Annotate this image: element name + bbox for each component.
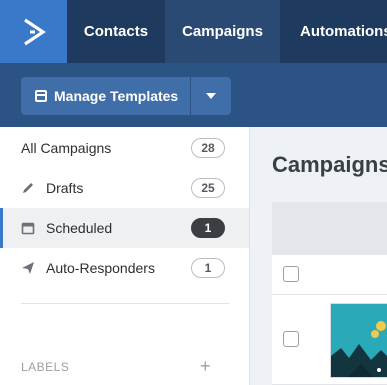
sidebar-item-all-campaigns[interactable]: All Campaigns 28 — [0, 128, 249, 168]
page-title: Campaigns — [272, 152, 387, 177]
add-label-icon[interactable]: + — [200, 356, 211, 377]
row-checkbox[interactable] — [283, 331, 299, 347]
manage-templates-label: Manage Templates — [54, 88, 179, 104]
calendar-icon — [21, 221, 35, 235]
sidebar-item-drafts[interactable]: Drafts 25 — [0, 168, 249, 208]
sidebar-item-scheduled[interactable]: Scheduled 1 — [0, 208, 249, 248]
paper-plane-icon — [21, 261, 35, 275]
top-navigation: Contacts Campaigns Automations — [0, 0, 387, 63]
sidebar-item-label: Scheduled — [46, 220, 113, 236]
campaign-sidebar: All Campaigns 28 Drafts 25 Scheduled 1 A… — [0, 127, 250, 385]
sidebar-divider — [21, 303, 229, 304]
tab-campaigns[interactable]: Campaigns — [165, 0, 280, 63]
table-header — [272, 202, 387, 255]
tab-automations[interactable]: Automations — [280, 0, 387, 63]
count-badge: 1 — [191, 258, 225, 278]
thumbnail-illustration — [331, 304, 387, 377]
logo[interactable] — [0, 0, 67, 63]
count-badge: 28 — [191, 138, 225, 158]
template-icon — [35, 90, 47, 102]
logo-chevron-icon — [23, 18, 46, 45]
sidebar-item-label: Auto-Responders — [46, 260, 155, 276]
templates-dropdown-button[interactable] — [191, 77, 231, 115]
sub-toolbar: Manage Templates — [0, 63, 387, 127]
table-select-row — [272, 255, 387, 295]
count-badge: 1 — [191, 218, 225, 238]
manage-templates-button[interactable]: Manage Templates — [21, 77, 190, 115]
tab-contacts[interactable]: Contacts — [67, 0, 165, 63]
labels-heading: LABELS — [21, 360, 70, 374]
sidebar-item-auto-responders[interactable]: Auto-Responders 1 — [0, 248, 249, 288]
campaign-thumbnail[interactable] — [330, 303, 387, 378]
sidebar-item-label: Drafts — [46, 180, 84, 196]
count-badge: 25 — [191, 178, 225, 198]
sidebar-item-label: All Campaigns — [21, 140, 112, 156]
pencil-icon — [21, 181, 35, 195]
select-all-checkbox[interactable] — [283, 266, 299, 282]
